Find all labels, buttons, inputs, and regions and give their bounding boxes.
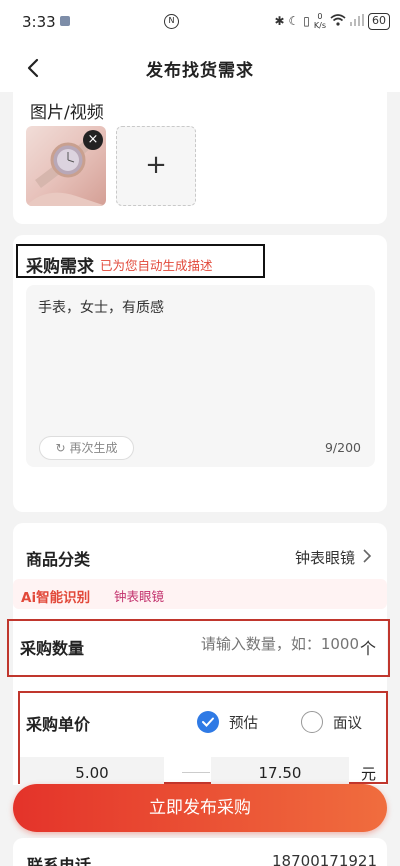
requirement-textarea[interactable]: 手表，女士，有质感 ↻ 再次生成 9/200	[26, 285, 375, 467]
nfc-icon: N	[164, 14, 179, 29]
category-label: 商品分类	[26, 550, 91, 569]
net-speed: 0 K/s	[314, 12, 326, 30]
page-title: 发布找货需求	[146, 61, 254, 81]
refresh-icon: ↻	[55, 441, 66, 455]
moon-icon: ☾	[288, 14, 300, 28]
remove-image-button[interactable]: ×	[83, 130, 103, 150]
vibrate-icon: ▯	[303, 14, 310, 28]
add-media-button[interactable]: +	[116, 126, 196, 206]
unit-price-row: 采购单价 预估 面议 5.00 17.50 元	[18, 691, 388, 787]
negotiable-radio[interactable]	[301, 711, 323, 733]
net-speed-unit: K/s	[313, 21, 326, 30]
regenerate-label: 再次生成	[69, 441, 118, 455]
status-icons: ✱ ☾ ▯ 0 K/s 60	[274, 12, 390, 30]
requirement-card: 采购需求 已为您自动生成描述 手表，女士，有质感 ↻ 再次生成 9/200	[13, 235, 387, 512]
details-card: 商品分类 钟表眼镜 Ai智能识别 钟表眼镜 采购数量 个 采购单价 预估 面议 …	[7, 523, 390, 787]
notification-icon	[60, 16, 70, 26]
price-unit: 元	[361, 765, 377, 783]
submit-purchase-button[interactable]: 立即发布采购	[13, 784, 387, 832]
wifi-icon	[330, 13, 346, 29]
bluetooth-icon: ✱	[274, 14, 285, 28]
media-title: 图片/视频	[30, 103, 104, 123]
media-card: 图片/视频 × +	[13, 92, 387, 224]
chevron-right-icon[interactable]	[361, 547, 373, 565]
ai-recognition-tag: Ai智能识别	[21, 590, 91, 606]
estimate-label[interactable]: 预估	[229, 712, 258, 733]
quantity-unit: 个	[359, 639, 376, 658]
category-value[interactable]: 钟表眼镜	[295, 547, 355, 568]
nav-bar: 发布找货需求	[0, 44, 400, 92]
quantity-label: 采购数量	[20, 639, 85, 658]
contact-label: 联系电话	[27, 856, 92, 866]
negotiable-label[interactable]: 面议	[333, 712, 362, 733]
ai-recognition-strip: Ai智能识别 钟表眼镜	[13, 579, 387, 609]
requirement-title: 采购需求	[26, 257, 94, 277]
min-price-input[interactable]: 5.00	[20, 757, 164, 787]
requirement-text[interactable]: 手表，女士，有质感	[38, 297, 164, 317]
quantity-row: 采购数量 个	[7, 619, 390, 677]
estimate-radio[interactable]	[197, 711, 219, 733]
quantity-input[interactable]	[169, 635, 359, 653]
net-speed-value: 0	[317, 12, 323, 21]
battery-icon: 60	[368, 12, 390, 30]
auto-generated-hint: 已为您自动生成描述	[100, 258, 213, 273]
price-range-separator	[182, 772, 210, 773]
char-count: 9/200	[324, 440, 361, 455]
status-time: 3:33	[22, 13, 56, 31]
unit-price-label: 采购单价	[26, 715, 91, 734]
regenerate-button[interactable]: ↻ 再次生成	[39, 436, 134, 460]
max-price-input[interactable]: 17.50	[211, 757, 349, 787]
signal-icon	[350, 13, 364, 29]
status-bar: 3:33 N ✱ ☾ ▯ 0 K/s 60	[0, 0, 400, 44]
contact-phone[interactable]: 18700171921	[272, 852, 377, 866]
ai-recognized-category[interactable]: 钟表眼镜	[114, 586, 164, 605]
